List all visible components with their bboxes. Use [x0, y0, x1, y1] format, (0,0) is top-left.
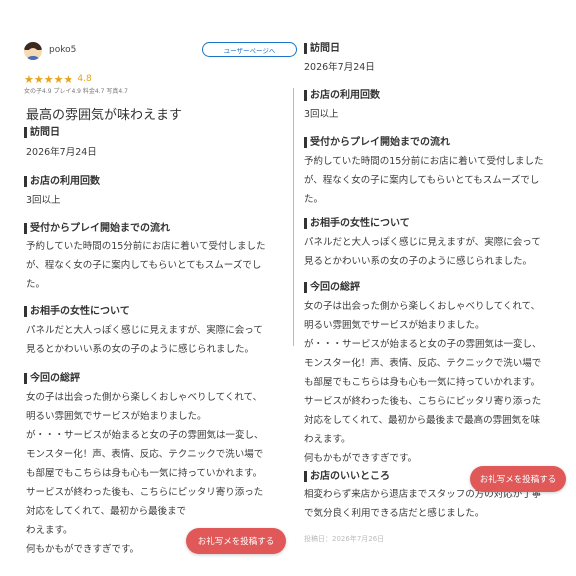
summary-line: サービスが終わった後も、こちらにピッタリ寄り添った [304, 396, 542, 407]
visit-date-value: 2026年7月24日 [304, 58, 375, 77]
user-page-button-label: ユーザーページへ [223, 46, 276, 55]
usage-text: 3回以上 [304, 109, 339, 120]
review-title: 最高の雰囲気が味わえます [26, 108, 183, 123]
partner-line: パネルだと大人っぽく感じに見えますが、実際に会って [304, 237, 541, 248]
flow-line: 予約していた時間の15分前にお店に着いて受付しました [304, 156, 544, 167]
flow-line: 予約していた時間の15分前にお店に着いて受付しました [26, 241, 266, 252]
summary-line: わえます。 [304, 434, 351, 445]
usage-text: 3回以上 [26, 195, 61, 206]
summary-line: も部屋でもこちらは身も心も一気に持っていかれます。 [26, 468, 263, 479]
star-icon: ★ [33, 72, 44, 86]
section-heading-flow: 受付からプレイ開始までの流れ [24, 223, 170, 234]
visit-date-value: 2026年7月24日 [26, 143, 97, 162]
usage-value: 3回以上 [26, 191, 61, 210]
summary-line: モンスター化！声、表情、反応、テクニックで洗い場で [26, 449, 264, 460]
section-heading-visit-date: 訪問日 [24, 127, 60, 138]
star-icon: ★ [24, 72, 34, 86]
flow-text: 予約していた時間の15分前にお店に着いて受付しました が、程なく女の子に案内して… [304, 152, 544, 209]
summary-line: が・・・サービスが始まると女の子の雰囲気は一変し、 [26, 430, 264, 441]
section-heading-good-points: お店のいいところ [304, 471, 390, 482]
reviewer-header: poko5 ユーザーページへ [24, 42, 297, 62]
summary-line: も部屋でもこちらは身も心も一気に持っていかれます。 [304, 377, 541, 388]
summary-line: 女の子は出会った側から楽しくおしゃべりしてくれて、 [26, 392, 263, 403]
section-heading-partner: お相手の女性について [304, 218, 410, 229]
avatar-body-shape [26, 56, 40, 60]
partner-line: 見るとかわいい系の女の子のように感じられました。 [304, 256, 533, 267]
visit-date-text: 2026年7月24日 [304, 62, 375, 73]
summary-line: 対応をしてくれて、最初から最後まで [26, 506, 187, 517]
post-thanks-photo-label: お礼写メを投稿する [197, 537, 275, 547]
summary-line: 明るい雰囲気でサービスが始まりました。 [304, 320, 485, 331]
partner-line: 見るとかわいい系の女の子のように感じられました。 [26, 344, 255, 355]
section-heading-usage: お店の利用回数 [304, 90, 380, 101]
summary-text: 女の子は出会った側から楽しくおしゃべりしてくれて、 明るい雰囲気でサービスが始ま… [304, 297, 542, 468]
user-page-button[interactable]: ユーザーページへ [202, 42, 297, 57]
post-thanks-photo-button[interactable]: お礼写メを投稿する [186, 528, 286, 554]
section-heading-summary: 今回の総評 [24, 373, 80, 384]
partner-text: パネルだと大人っぽく感じに見えますが、実際に会って 見るとかわいい系の女の子のよ… [304, 233, 541, 271]
flow-line: が、程なく女の子に案内してもらいとてもスムーズでし [26, 260, 262, 271]
star-rating: ★ ★ ★ ★ ★ 4.8 [24, 72, 92, 86]
post-thanks-photo-button[interactable]: お礼写メを投稿する [470, 466, 566, 492]
star-icon: ★ [43, 72, 54, 86]
summary-line: が・・・サービスが始まると女の子の雰囲気は一変し、 [304, 339, 542, 350]
section-heading-summary: 今回の総評 [304, 282, 360, 293]
flow-line: が、程なく女の子に案内してもらいとてもスムーズでし [304, 175, 540, 186]
summary-line: 明るい雰囲気でサービスが始まりました。 [26, 411, 207, 422]
partner-line: パネルだと大人っぽく感じに見えますが、実際に会って [26, 325, 263, 336]
visit-date-text: 2026年7月24日 [26, 147, 97, 158]
usage-value: 3回以上 [304, 105, 339, 124]
summary-line: 女の子は出会った側から楽しくおしゃべりしてくれて、 [304, 301, 541, 312]
section-heading-flow: 受付からプレイ開始までの流れ [304, 137, 450, 148]
flow-text: 予約していた時間の15分前にお店に着いて受付しました が、程なく女の子に案内して… [26, 237, 266, 294]
sub-ratings: 女の子4.9 プレイ4.9 料金4.7 写真4.7 [24, 88, 128, 95]
summary-line: モンスター化！声、表情、反応、テクニックで洗い場で [304, 358, 542, 369]
section-heading-partner: お相手の女性について [24, 306, 130, 317]
posted-date: 投稿日：2026年7月26日 [304, 535, 385, 543]
section-heading-usage: お店の利用回数 [24, 176, 100, 187]
username[interactable]: poko5 [49, 45, 76, 55]
left-review-column: poko5 ユーザーページへ ★ ★ ★ ★ ★ 4.8 女の子4.9 プレイ4… [0, 0, 297, 576]
summary-line: 対応をしてくれて、最初から最後まで最高の雰囲気を味 [304, 415, 541, 426]
section-heading-visit-date: 訪問日 [304, 43, 340, 54]
summary-line: サービスが終わった後も、こちらにピッタリ寄り添った [26, 487, 264, 498]
flow-line: た。 [26, 279, 46, 290]
partner-text: パネルだと大人っぽく感じに見えますが、実際に会って 見るとかわいい系の女の子のよ… [26, 321, 263, 359]
good-points-line: で気分良く利用できる店だと感じました。 [304, 508, 485, 519]
post-thanks-photo-label: お礼写メを投稿する [479, 475, 557, 485]
avatar[interactable] [24, 42, 42, 60]
rating-score: 4.8 [77, 74, 92, 84]
star-icon: ★ [53, 72, 64, 86]
star-partial-icon: ★ [63, 72, 74, 86]
flow-line: た。 [304, 194, 324, 205]
